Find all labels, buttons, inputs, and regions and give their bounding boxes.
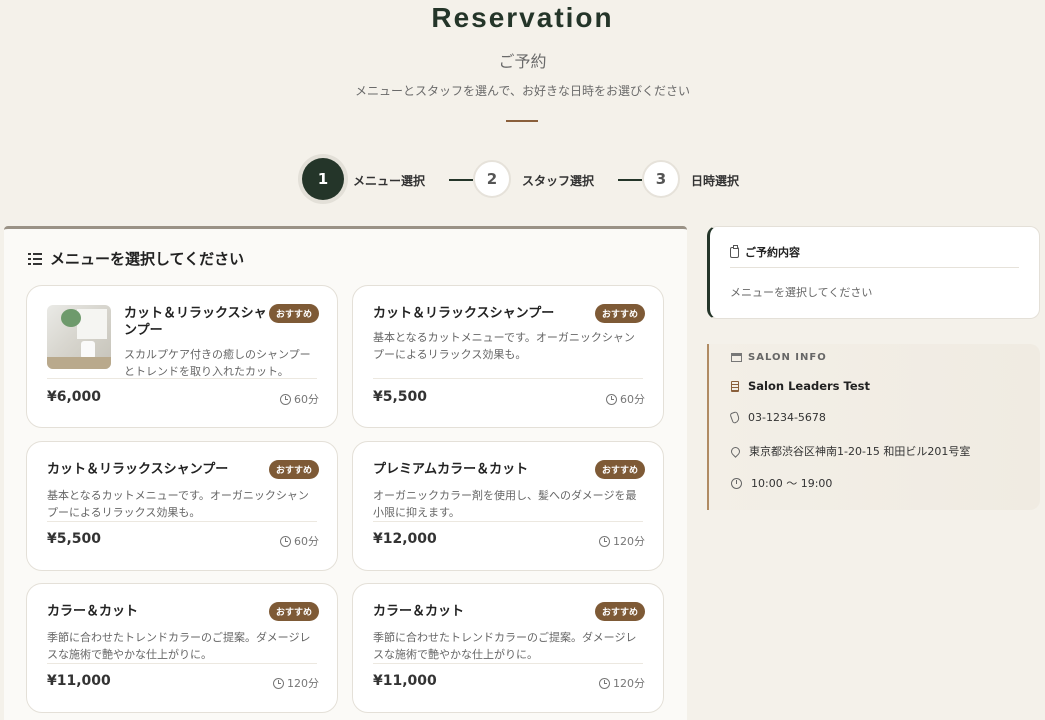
step-indicator: 1 メニュー選択 2 スタッフ選択 3 日時選択 bbox=[0, 158, 1045, 200]
menu-panel-title: メニューを選択してください bbox=[28, 248, 244, 269]
building-icon bbox=[731, 380, 739, 392]
summary-title: ご予約内容 bbox=[730, 244, 800, 260]
step-2-circle: 2 bbox=[473, 160, 511, 198]
reservation-summary: ご予約内容 メニューを選択してください bbox=[707, 226, 1040, 319]
menu-name: プレミアムカラー＆カット bbox=[373, 462, 529, 477]
menu-panel: メニューを選択してください カット＆リラックスシャンプー おすすめ スカルプケア… bbox=[4, 226, 687, 720]
card-divider bbox=[47, 378, 317, 379]
menu-duration-text: 60分 bbox=[294, 393, 319, 406]
header-divider bbox=[506, 120, 538, 122]
summary-divider bbox=[730, 267, 1019, 268]
menu-panel-title-text: メニューを選択してください bbox=[50, 250, 245, 268]
card-divider bbox=[47, 521, 317, 522]
menu-price: ¥5,500 bbox=[373, 389, 428, 405]
clock-icon bbox=[606, 393, 617, 405]
clipboard-icon bbox=[730, 244, 739, 258]
salon-hours-text: 10:00 〜 19:00 bbox=[751, 477, 833, 490]
menu-name: カラー＆カット bbox=[373, 604, 465, 619]
menu-duration: 60分 bbox=[280, 533, 319, 549]
card-divider bbox=[373, 663, 643, 664]
clock-icon bbox=[599, 677, 610, 689]
step-2-label: スタッフ選択 bbox=[522, 174, 595, 188]
menu-card[interactable]: カット＆リラックスシャンプー おすすめ 基本となるカットメニューです。オーガニッ… bbox=[26, 441, 338, 571]
clock-icon bbox=[731, 477, 742, 489]
summary-title-text: ご予約内容 bbox=[745, 246, 800, 259]
menu-card[interactable]: カット＆リラックスシャンプー おすすめ スカルプケア付きの癒しのシャンプーとトレ… bbox=[26, 285, 338, 428]
salon-info-heading-text: SALON INFO bbox=[748, 352, 827, 363]
menu-price: ¥5,500 bbox=[47, 531, 102, 547]
salon-name: Salon Leaders Test bbox=[731, 379, 870, 393]
page-title: Reservation bbox=[431, 2, 614, 33]
map-pin-icon bbox=[729, 444, 742, 458]
salon-address-text: 東京都渋谷区神南1-20-15 和田ビル201号室 bbox=[749, 445, 971, 458]
menu-price: ¥12,000 bbox=[373, 531, 437, 547]
menu-description: 基本となるカットメニューです。オーガニックシャンプーによるリラックス効果も。 bbox=[373, 331, 635, 361]
menu-duration: 60分 bbox=[606, 391, 645, 407]
salon-name-text: Salon Leaders Test bbox=[748, 379, 870, 393]
menu-name: カット＆リラックスシャンプー bbox=[47, 462, 229, 477]
menu-price: ¥11,000 bbox=[47, 673, 111, 689]
menu-description: 季節に合わせたトレンドカラーのご提案。ダメージレスな施術で艶やかな仕上がりに。 bbox=[47, 631, 311, 661]
menu-duration: 120分 bbox=[599, 675, 645, 691]
menu-image bbox=[47, 305, 111, 369]
menu-card[interactable]: カラー＆カット おすすめ 季節に合わせたトレンドカラーのご提案。ダメージレスな施… bbox=[352, 583, 664, 713]
step-3-circle: 3 bbox=[642, 160, 680, 198]
step-connector bbox=[449, 179, 473, 181]
menu-card[interactable]: カラー＆カット おすすめ 季節に合わせたトレンドカラーのご提案。ダメージレスな施… bbox=[26, 583, 338, 713]
clock-icon bbox=[273, 677, 284, 689]
card-divider bbox=[47, 663, 317, 664]
step-1-label: メニュー選択 bbox=[353, 174, 426, 188]
list-icon bbox=[28, 252, 42, 265]
menu-description: オーガニックカラー剤を使用し、髪へのダメージを最小限に抑えます。 bbox=[373, 489, 637, 519]
menu-duration: 120分 bbox=[599, 533, 645, 549]
menu-description: スカルプケア付きの癒しのシャンプーとトレンドを取り入れたカット。 bbox=[124, 348, 311, 378]
salon-hours: 10:00 〜 19:00 bbox=[731, 475, 832, 491]
card-divider bbox=[373, 378, 643, 379]
menu-duration: 120分 bbox=[273, 675, 319, 691]
recommend-badge: おすすめ bbox=[594, 602, 645, 621]
menu-card[interactable]: カット＆リラックスシャンプー おすすめ 基本となるカットメニューです。オーガニッ… bbox=[352, 285, 664, 428]
step-1-circle: 1 bbox=[302, 158, 344, 200]
recommend-badge: おすすめ bbox=[268, 460, 319, 479]
recommend-badge: おすすめ bbox=[268, 602, 319, 621]
menu-duration: 60分 bbox=[280, 391, 319, 407]
salon-info: SALON INFO Salon Leaders Test 03-1234-56… bbox=[707, 344, 1040, 510]
menu-description: 季節に合わせたトレンドカラーのご提案。ダメージレスな施術で艶やかな仕上がりに。 bbox=[373, 631, 637, 661]
menu-description: 基本となるカットメニューです。オーガニックシャンプーによるリラックス効果も。 bbox=[47, 489, 309, 519]
menu-price: ¥6,000 bbox=[47, 389, 102, 405]
phone-icon bbox=[729, 410, 741, 425]
salon-phone[interactable]: 03-1234-5678 bbox=[729, 410, 826, 425]
menu-card[interactable]: プレミアムカラー＆カット おすすめ オーガニックカラー剤を使用し、髪へのダメージ… bbox=[352, 441, 664, 571]
recommend-badge: おすすめ bbox=[594, 460, 645, 479]
menu-name: カット＆リラックスシャンプー bbox=[373, 306, 555, 321]
step-3-label: 日時選択 bbox=[691, 174, 740, 188]
clock-icon bbox=[280, 535, 291, 547]
page-lead: メニューとスタッフを選んで、お好きな日時をお選びください bbox=[355, 84, 690, 98]
menu-price: ¥11,000 bbox=[373, 673, 437, 689]
recommend-badge: おすすめ bbox=[268, 304, 319, 323]
page-subtitle: ご予約 bbox=[498, 52, 547, 71]
clock-icon bbox=[599, 535, 610, 547]
menu-duration-text: 60分 bbox=[620, 393, 645, 406]
menu-name: カット＆リラックスシャンプー bbox=[124, 306, 267, 338]
step-connector bbox=[618, 179, 642, 181]
salon-phone-text[interactable]: 03-1234-5678 bbox=[748, 411, 826, 424]
menu-name: カラー＆カット bbox=[47, 604, 139, 619]
store-icon bbox=[731, 353, 742, 362]
menu-duration-text: 120分 bbox=[613, 535, 645, 548]
menu-duration-text: 120分 bbox=[613, 677, 645, 690]
summary-empty-text: メニューを選択してください bbox=[730, 286, 873, 299]
menu-duration-text: 60分 bbox=[294, 535, 319, 548]
menu-duration-text: 120分 bbox=[287, 677, 319, 690]
card-divider bbox=[373, 521, 643, 522]
salon-address: 東京都渋谷区神南1-20-15 和田ビル201号室 bbox=[729, 443, 971, 459]
salon-info-heading: SALON INFO bbox=[731, 352, 827, 363]
recommend-badge: おすすめ bbox=[594, 304, 645, 323]
clock-icon bbox=[280, 393, 291, 405]
